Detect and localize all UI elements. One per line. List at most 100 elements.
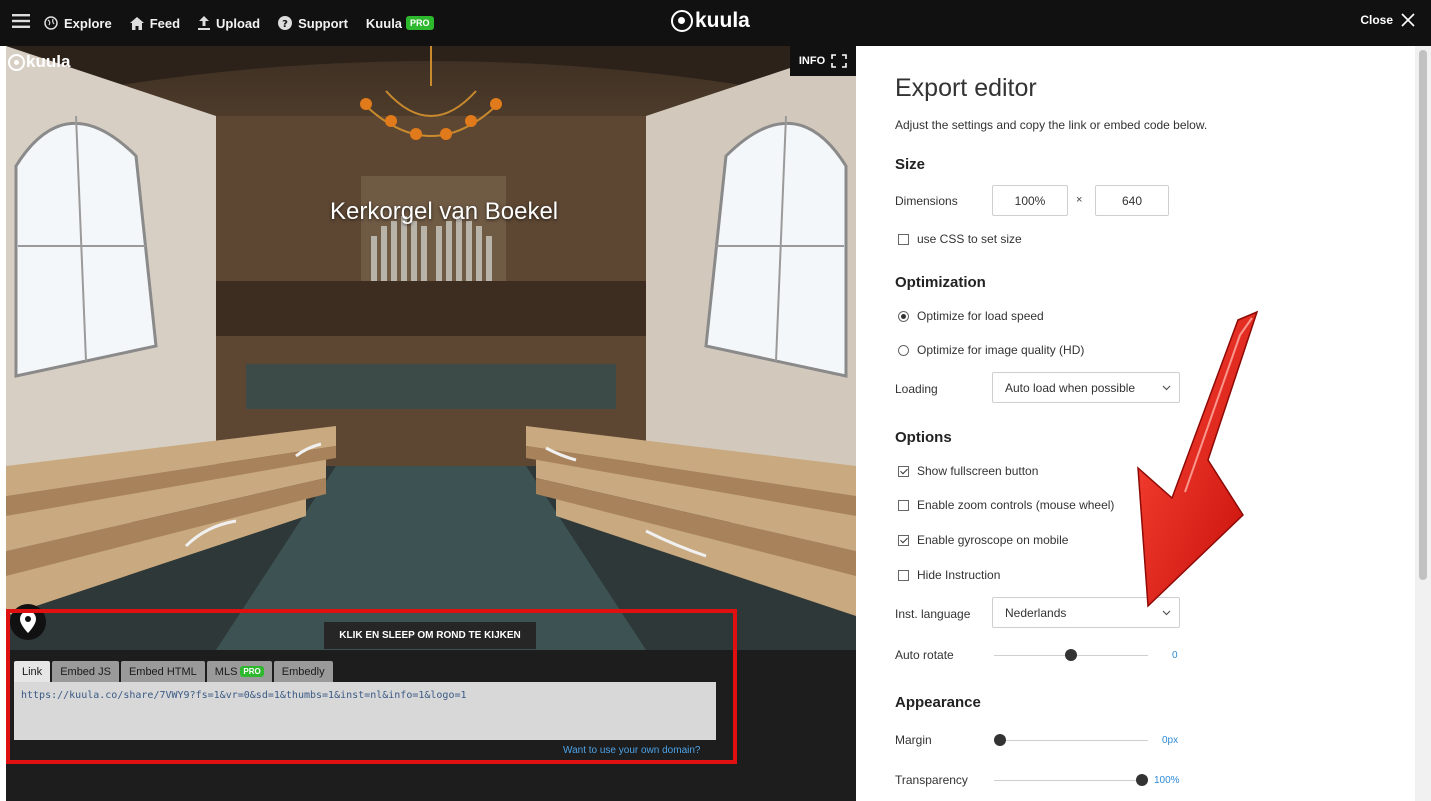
close-label: Close (1360, 13, 1393, 27)
info-fullscreen-group: INFO (790, 46, 856, 76)
inst-language-select[interactable]: Nederlands (992, 597, 1180, 628)
drag-instruction: KLIK EN SLEEP OM ROND TE KIJKEN (324, 622, 536, 649)
menu-icon[interactable] (12, 13, 30, 33)
pro-badge: PRO (406, 16, 434, 30)
times-sign: × (1076, 194, 1083, 206)
location-pin-icon (20, 611, 36, 633)
nav-explore-label: Explore (64, 15, 112, 31)
tab-embed-html-label: Embed HTML (128, 665, 197, 678)
slider-knob[interactable] (1065, 649, 1077, 661)
brand-logo[interactable]: kuula (671, 9, 750, 33)
size-heading: Size (895, 156, 926, 173)
css-size-option[interactable]: use CSS to set size (898, 232, 1022, 246)
slider-knob[interactable] (994, 734, 1006, 746)
margin-slider[interactable] (994, 734, 1148, 746)
hide-instruction-checkbox[interactable] (898, 569, 909, 581)
help-icon: ? (278, 16, 293, 30)
viewer-logo-text: kuula (26, 52, 71, 71)
close-button[interactable]: Close (1360, 13, 1415, 27)
hide-instruction-label: Hide Instruction (917, 568, 1001, 582)
tab-link[interactable]: Link (14, 661, 51, 682)
fullscreen-option[interactable]: Show fullscreen button (898, 464, 1038, 478)
slider-track (994, 740, 1148, 741)
optimize-quality-radio[interactable] (898, 344, 909, 356)
nav-support-label: Support (298, 15, 348, 31)
export-editor-panel: Export editor Adjust the settings and co… (856, 46, 1431, 801)
share-link-field[interactable]: https://kuula.co/share/7VWY9?fs=1&vr=0&s… (14, 682, 716, 740)
auto-rotate-slider[interactable] (994, 649, 1148, 661)
slider-track (994, 780, 1148, 781)
tab-embed-html[interactable]: Embed HTML (120, 661, 205, 682)
own-domain-link[interactable]: Want to use your own domain? (563, 745, 700, 756)
optimization-heading: Optimization (895, 274, 986, 291)
mls-pro-badge: PRO (240, 666, 264, 677)
tab-embedly[interactable]: Embedly (273, 661, 333, 682)
viewer-kuula-logo[interactable]: kuula (8, 52, 70, 72)
margin-label: Margin (895, 733, 932, 747)
css-size-checkbox[interactable] (898, 233, 909, 245)
tab-link-label: Link (22, 665, 43, 678)
fullscreen-checkbox[interactable] (898, 465, 909, 477)
scrollbar-thumb[interactable] (1419, 50, 1427, 580)
nav-kuula-pro[interactable]: Kuula PRO (366, 16, 434, 31)
appearance-heading: Appearance (895, 694, 981, 711)
transparency-label: Transparency (895, 773, 968, 787)
tab-embed-js[interactable]: Embed JS (52, 661, 119, 682)
close-icon (1401, 13, 1415, 27)
nav-feed-label: Feed (149, 15, 181, 31)
fullscreen-label: Show fullscreen button (917, 464, 1039, 478)
fullscreen-icon[interactable] (831, 54, 847, 68)
nav-upload-label: Upload (216, 15, 261, 31)
brand-name: kuula (695, 9, 750, 32)
options-heading: Options (895, 429, 952, 446)
globe-icon (44, 16, 58, 30)
loading-select[interactable]: Auto load when possible (992, 372, 1180, 403)
tab-embed-js-label: Embed JS (60, 665, 111, 678)
auto-rotate-value: 0 (1172, 650, 1178, 661)
gyroscope-checkbox[interactable] (898, 534, 909, 546)
optimize-speed-radio[interactable] (898, 310, 909, 322)
home-icon (129, 16, 144, 30)
nav-feed[interactable]: Feed (129, 15, 181, 31)
chevron-down-icon (1162, 385, 1171, 391)
main-nav: Explore Feed Upload ? Support Kuula PRO (12, 0, 452, 46)
share-tabs: Link Embed JS Embed HTML MLS PRO Embedly (14, 661, 333, 682)
height-input[interactable]: 640 (1095, 185, 1169, 216)
loading-label: Loading (895, 382, 938, 396)
zoom-controls-option[interactable]: Enable zoom controls (mouse wheel) (898, 498, 1114, 512)
location-pin-button[interactable] (10, 604, 46, 640)
auto-rotate-label: Auto rotate (895, 648, 954, 662)
gyroscope-label: Enable gyroscope on mobile (917, 533, 1069, 547)
gyroscope-option[interactable]: Enable gyroscope on mobile (898, 533, 1068, 547)
kuula-logo-icon (671, 10, 693, 32)
nav-explore[interactable]: Explore (44, 16, 112, 31)
transparency-value: 100% (1154, 775, 1180, 786)
nav-support[interactable]: ? Support (278, 16, 348, 31)
editor-title: Export editor (895, 74, 1037, 102)
optimize-quality-option[interactable]: Optimize for image quality (HD) (898, 343, 1084, 357)
scrollbar[interactable] (1415, 46, 1431, 801)
tab-mls-label: MLS (214, 665, 238, 678)
nav-kuula-label: Kuula (365, 15, 403, 31)
loading-select-value: Auto load when possible (1005, 380, 1136, 395)
panorama-viewer[interactable]: kuula INFO Kerkorgel van Boekel KLIK EN … (6, 46, 856, 650)
hide-instruction-option[interactable]: Hide Instruction (898, 568, 1000, 582)
upload-icon (198, 16, 211, 30)
css-size-label: use CSS to set size (917, 232, 1022, 246)
zoom-controls-label: Enable zoom controls (mouse wheel) (917, 498, 1115, 512)
church-interior-image (6, 46, 856, 650)
optimize-speed-option[interactable]: Optimize for load speed (898, 309, 1044, 323)
nav-upload[interactable]: Upload (198, 16, 260, 31)
zoom-controls-checkbox[interactable] (898, 499, 909, 511)
slider-knob[interactable] (1136, 774, 1148, 786)
margin-value: 0px (1162, 735, 1179, 746)
dimensions-label: Dimensions (895, 194, 958, 208)
inst-language-value: Nederlands (1005, 605, 1067, 620)
kuula-logo-icon (8, 53, 25, 71)
tab-mls[interactable]: MLS PRO (206, 661, 272, 682)
width-input[interactable]: 100% (992, 185, 1068, 216)
transparency-slider[interactable] (994, 774, 1148, 786)
tab-embedly-label: Embedly (281, 665, 325, 678)
optimize-quality-label: Optimize for image quality (HD) (917, 343, 1085, 357)
info-button[interactable]: INFO (799, 55, 825, 67)
